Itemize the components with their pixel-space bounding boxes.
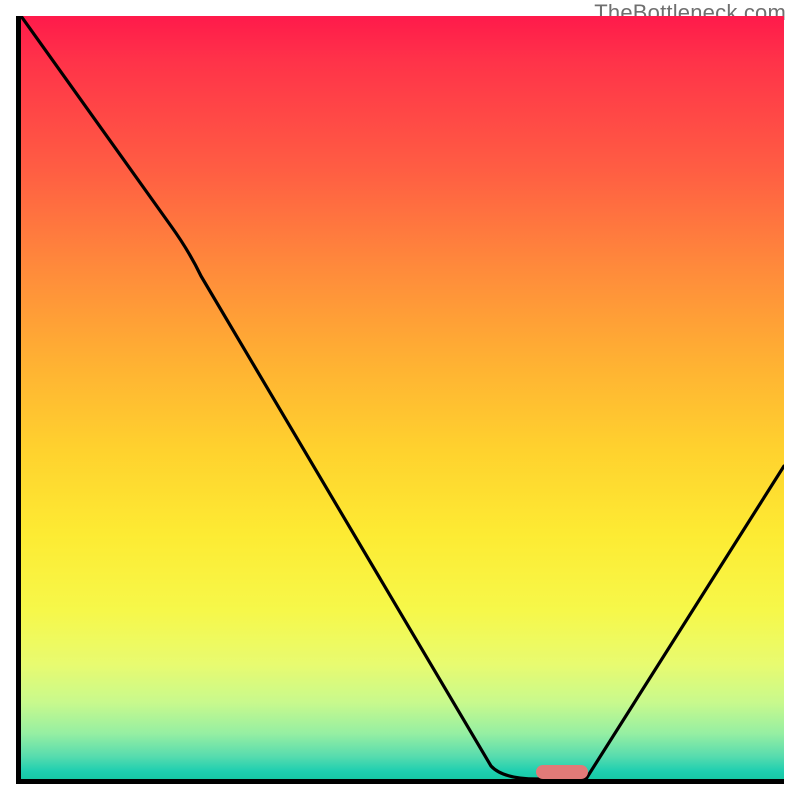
plot-area xyxy=(16,16,784,784)
optimal-range-marker xyxy=(536,765,588,779)
bottleneck-curve-path xyxy=(21,16,784,779)
chart-container: TheBottleneck.com xyxy=(0,0,800,800)
curve-svg xyxy=(21,16,784,779)
